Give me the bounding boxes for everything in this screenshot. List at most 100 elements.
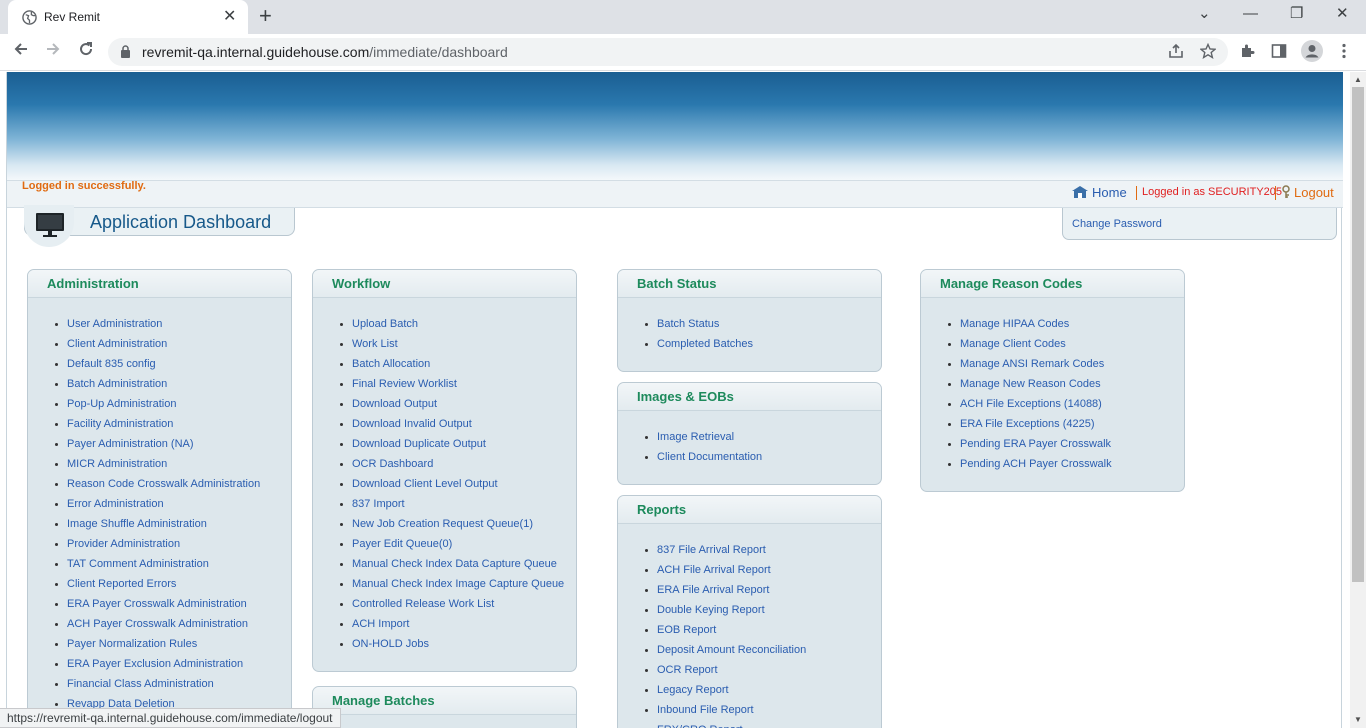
monitor-icon <box>36 213 64 237</box>
menu-link[interactable]: Pending ACH Payer Crosswalk <box>960 458 1112 470</box>
browser-menu-icon[interactable] <box>1341 43 1347 63</box>
panel-title: Workflow <box>313 270 576 298</box>
panel-title: Images & EOBs <box>618 383 881 411</box>
menu-link[interactable]: Double Keying Report <box>657 604 765 616</box>
menu-link[interactable]: Batch Administration <box>67 378 167 390</box>
list-item: ACH File Arrival Report <box>657 560 881 580</box>
list-item: ERA File Arrival Report <box>657 580 881 600</box>
reports-list: 837 File Arrival Report ACH File Arrival … <box>618 524 881 728</box>
menu-link[interactable]: 837 File Arrival Report <box>657 544 766 556</box>
reload-icon[interactable] <box>77 40 95 64</box>
menu-link[interactable]: Payer Edit Queue(0) <box>352 538 452 550</box>
list-item: Client Documentation <box>657 447 881 467</box>
menu-link[interactable]: New Job Creation Request Queue(1) <box>352 518 533 530</box>
menu-link[interactable]: TAT Comment Administration <box>67 558 209 570</box>
menu-link[interactable]: Final Review Worklist <box>352 378 457 390</box>
panel-title: Batch Status <box>618 270 881 298</box>
menu-link[interactable]: Manage New Reason Codes <box>960 378 1101 390</box>
change-password-link[interactable]: Change Password <box>1072 218 1162 230</box>
browser-tab[interactable]: Rev Remit ✕ <box>8 0 248 34</box>
menu-link[interactable]: Controlled Release Work List <box>352 598 494 610</box>
extensions-puzzle-icon[interactable] <box>1239 43 1256 64</box>
menu-link[interactable]: Manual Check Index Data Capture Queue <box>352 558 557 570</box>
scroll-down-arrow-icon[interactable]: ▼ <box>1354 715 1362 724</box>
profile-avatar-icon[interactable] <box>1301 40 1323 66</box>
list-item: Completed Batches <box>657 334 881 354</box>
menu-link[interactable]: Financial Class Administration <box>67 678 214 690</box>
menu-link[interactable]: ACH File Exceptions (14088) <box>960 398 1102 410</box>
menu-link[interactable]: ERA Payer Exclusion Administration <box>67 658 243 670</box>
menu-link[interactable]: Client Documentation <box>657 451 762 463</box>
tab-search-chevron-icon[interactable]: ⌄ <box>1198 5 1211 23</box>
menu-link[interactable]: Client Reported Errors <box>67 578 176 590</box>
side-panel-icon[interactable] <box>1271 43 1287 63</box>
link-status-bubble: https://revremit-qa.internal.guidehouse.… <box>0 708 341 728</box>
list-item: Batch Allocation <box>352 354 576 374</box>
scroll-up-arrow-icon[interactable]: ▲ <box>1354 75 1362 84</box>
menu-link[interactable]: Inbound File Report <box>657 704 754 716</box>
menu-link[interactable]: Client Administration <box>67 338 167 350</box>
menu-link[interactable]: Image Retrieval <box>657 431 734 443</box>
address-bar[interactable]: revremit-qa.internal.guidehouse.com/imme… <box>108 38 1228 66</box>
menu-link[interactable]: Manage Client Codes <box>960 338 1066 350</box>
app-frame: Logged in successfully. Home Logged in a… <box>6 72 1343 728</box>
menu-link[interactable]: Manual Check Index Image Capture Queue <box>352 578 564 590</box>
menu-link[interactable]: Completed Batches <box>657 338 753 350</box>
list-item: Manual Check Index Image Capture Queue <box>352 574 576 594</box>
bookmark-star-icon[interactable] <box>1199 42 1217 63</box>
logout-link[interactable]: Logout <box>1280 185 1334 200</box>
workflow-list: Upload Batch Work List Batch Allocation Fin… <box>313 298 576 654</box>
menu-link[interactable]: ACH File Arrival Report <box>657 564 771 576</box>
menu-link[interactable]: Pending ERA Payer Crosswalk <box>960 438 1111 450</box>
menu-link[interactable]: Default 835 config <box>67 358 156 370</box>
menu-link[interactable]: Manage HIPAA Codes <box>960 318 1069 330</box>
page-scrollbar[interactable]: ▲ ▼ <box>1350 72 1366 728</box>
menu-link[interactable]: Upload Batch <box>352 318 418 330</box>
menu-link[interactable]: Download Client Level Output <box>352 478 498 490</box>
list-item: FRX/CRO Report <box>657 720 881 728</box>
tab-close-icon[interactable]: ✕ <box>223 9 236 25</box>
menu-link[interactable]: Deposit Amount Reconciliation <box>657 644 806 656</box>
menu-link[interactable]: Pop-Up Administration <box>67 398 176 410</box>
menu-link[interactable]: Error Administration <box>67 498 164 510</box>
menu-link[interactable]: User Administration <box>67 318 162 330</box>
menu-link[interactable]: Work List <box>352 338 398 350</box>
menu-link[interactable]: EOB Report <box>657 624 716 636</box>
menu-link[interactable]: ACH Payer Crosswalk Administration <box>67 618 248 630</box>
menu-link[interactable]: Provider Administration <box>67 538 180 550</box>
menu-link[interactable]: OCR Dashboard <box>352 458 433 470</box>
list-item: Client Administration <box>67 334 291 354</box>
menu-link[interactable]: ON-HOLD Jobs <box>352 638 429 650</box>
menu-link[interactable]: 837 Import <box>352 498 405 510</box>
menu-link[interactable]: Download Invalid Output <box>352 418 472 430</box>
menu-link[interactable]: Legacy Report <box>657 684 729 696</box>
menu-link[interactable]: Download Output <box>352 398 437 410</box>
menu-link[interactable]: Batch Allocation <box>352 358 430 370</box>
menu-link[interactable]: Payer Normalization Rules <box>67 638 197 650</box>
menu-link[interactable]: ACH Import <box>352 618 409 630</box>
new-tab-button[interactable]: + <box>259 5 272 27</box>
back-arrow-icon[interactable] <box>12 40 30 64</box>
window-minimize-button[interactable]: — <box>1243 5 1258 23</box>
menu-link[interactable]: Manage ANSI Remark Codes <box>960 358 1104 370</box>
menu-link[interactable]: ERA File Arrival Report <box>657 584 769 596</box>
menu-link[interactable]: ERA Payer Crosswalk Administration <box>67 598 247 610</box>
menu-link[interactable]: ERA File Exceptions (4225) <box>960 418 1095 430</box>
window-close-button[interactable]: ✕ <box>1336 5 1349 23</box>
list-item: Pop-Up Administration <box>67 394 291 414</box>
window-restore-button[interactable]: ❐ <box>1290 5 1303 23</box>
menu-link[interactable]: Payer Administration (NA) <box>67 438 194 450</box>
menu-link[interactable]: FRX/CRO Report <box>657 724 743 728</box>
home-link[interactable]: Home <box>1071 185 1127 200</box>
menu-link[interactable]: Facility Administration <box>67 418 173 430</box>
forward-arrow-icon[interactable] <box>44 40 62 64</box>
menu-link[interactable]: Download Duplicate Output <box>352 438 486 450</box>
menu-link[interactable]: MICR Administration <box>67 458 167 470</box>
menu-link[interactable]: Batch Status <box>657 318 719 330</box>
menu-link[interactable]: Image Shuffle Administration <box>67 518 207 530</box>
list-item: Pending ERA Payer Crosswalk <box>960 434 1184 454</box>
menu-link[interactable]: OCR Report <box>657 664 718 676</box>
share-icon[interactable] <box>1168 43 1184 63</box>
menu-link[interactable]: Reason Code Crosswalk Administration <box>67 478 260 490</box>
scrollbar-thumb[interactable] <box>1352 87 1364 582</box>
